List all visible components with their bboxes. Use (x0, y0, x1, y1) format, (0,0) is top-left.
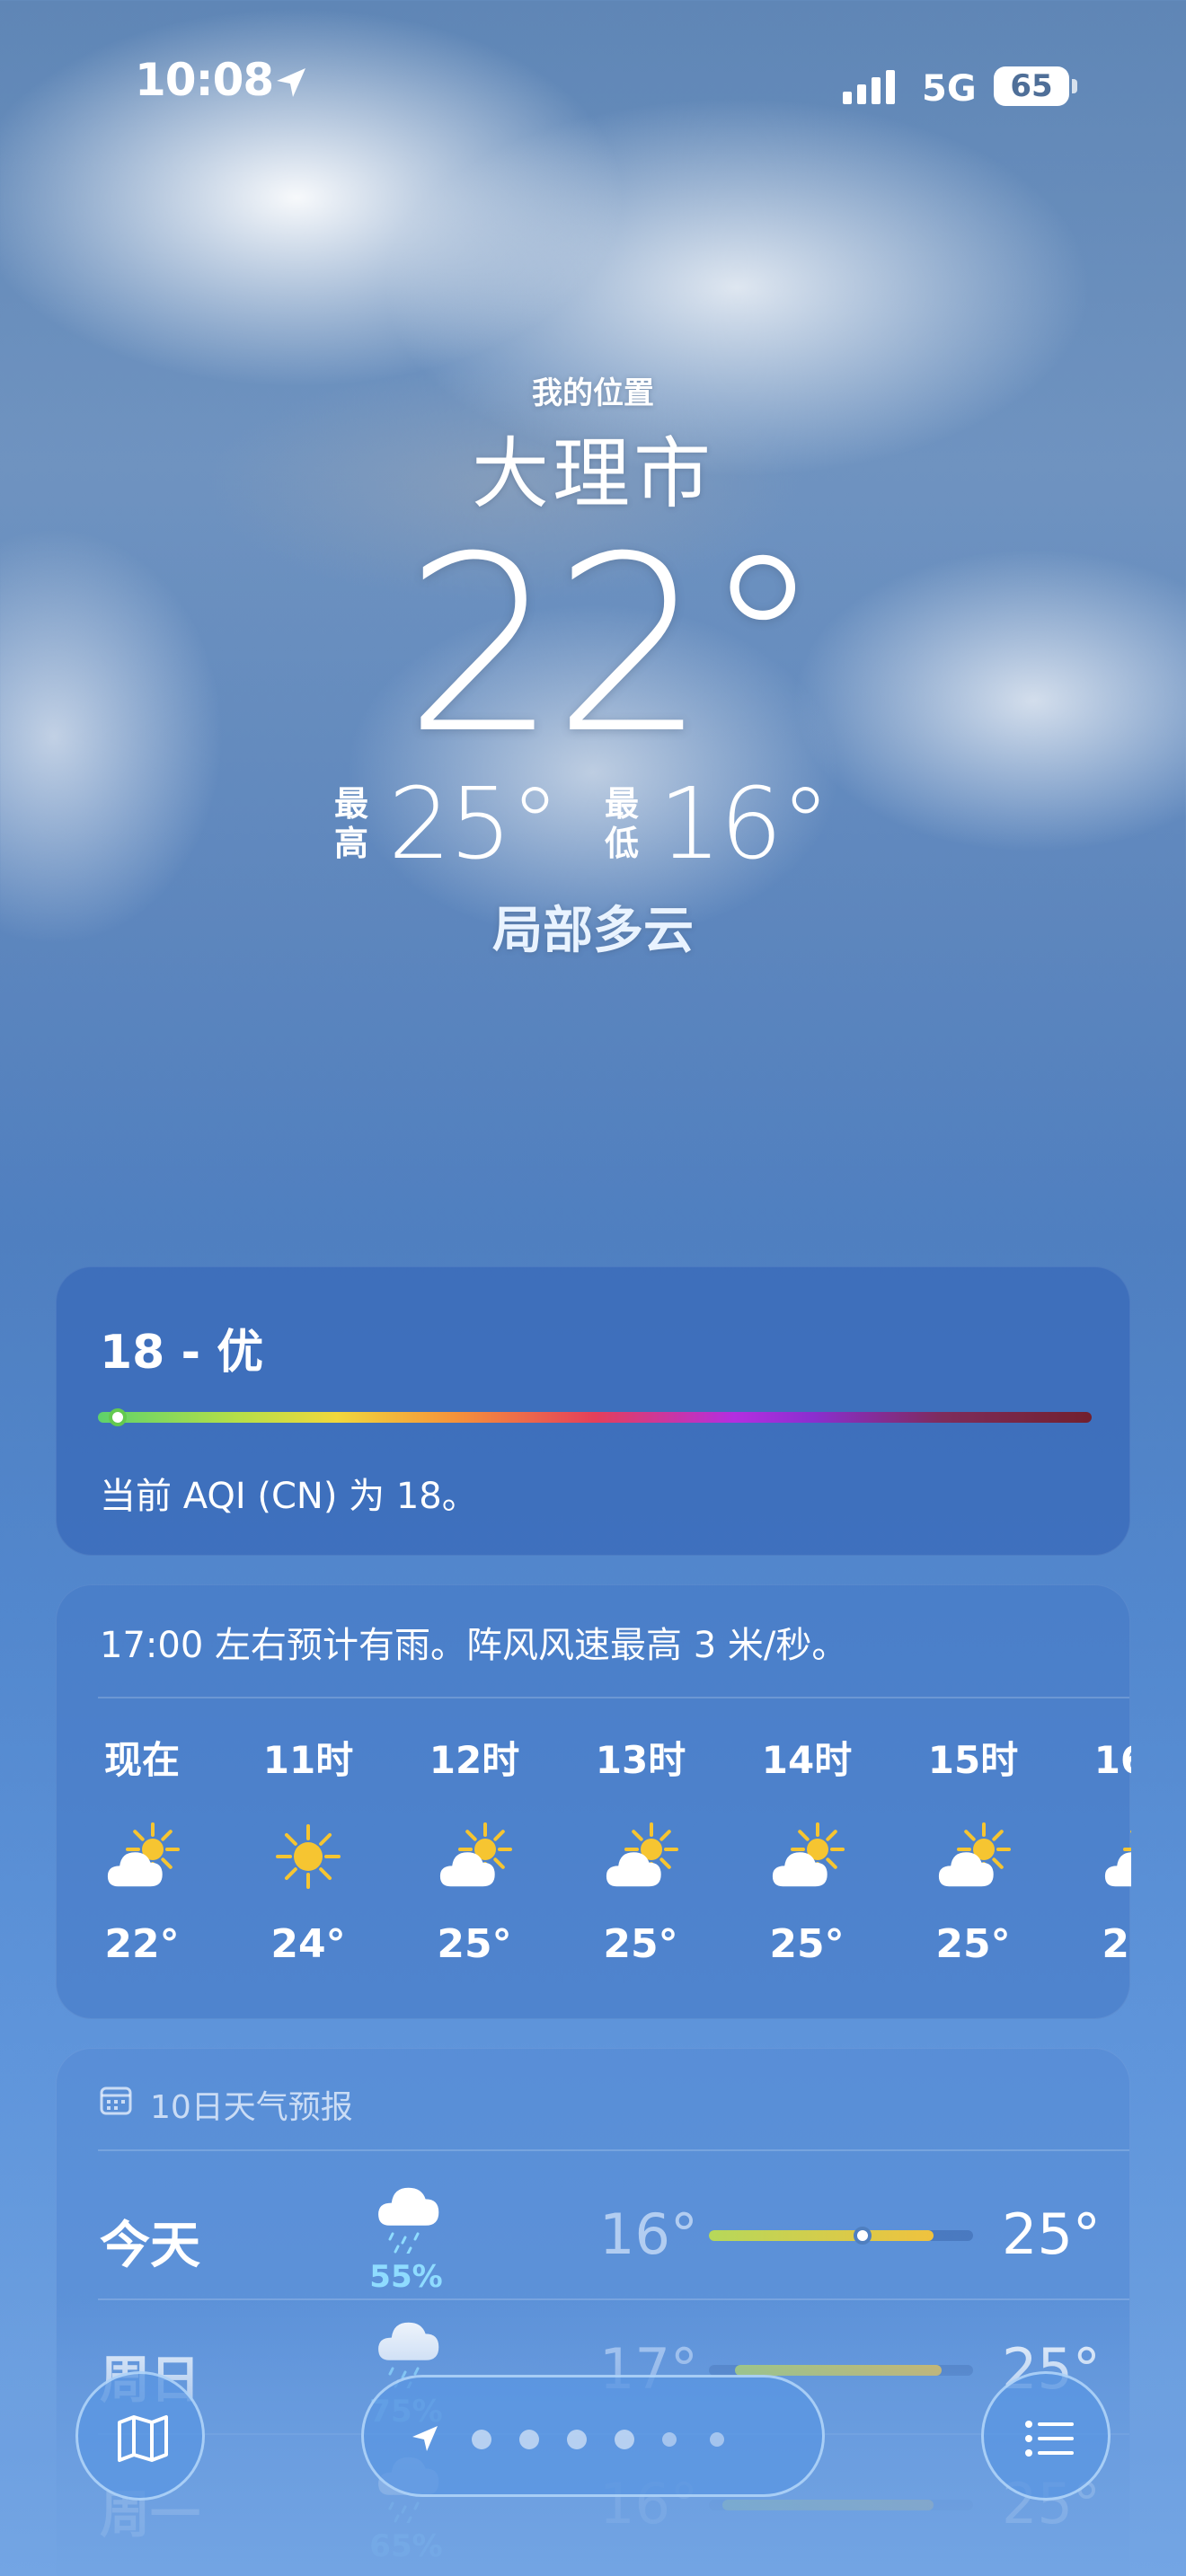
high-temperature: 25° (388, 766, 560, 881)
aqi-scale-bar (98, 1412, 1092, 1423)
hour-temperature: 25° (603, 1921, 678, 1967)
divider (98, 1697, 1129, 1698)
partly-cloudy-icon (597, 1819, 684, 1894)
hourly-item: 13时 25° (582, 1733, 699, 1967)
hour-temperature: 25° (1102, 1921, 1131, 1967)
aqi-value: 18 - 优 (100, 1326, 264, 1380)
hour-temperature: 25° (769, 1921, 845, 1967)
map-button[interactable] (75, 2371, 205, 2501)
hourly-item: 11时 24° (250, 1733, 367, 1967)
hourly-summary: 17:00 左右预计有雨。阵风风速最高 3 米/秒。 (100, 1625, 848, 1666)
locations-list-button[interactable] (981, 2371, 1111, 2501)
page-dot[interactable] (567, 2430, 587, 2449)
temperature-range-bar (709, 2227, 973, 2245)
aqi-description: 当前 AQI (CN) 为 18。 (100, 1476, 478, 1517)
current-weather: 我的位置 大理市 22° 最高 25° 最低 16° 局部多云 (0, 368, 1186, 963)
hourly-item: 现在 22° (100, 1733, 200, 1967)
temperature-range-fill (709, 2230, 934, 2241)
hour-label: 11时 (262, 1738, 354, 1782)
partly-cloudy-icon (100, 1819, 185, 1894)
hourly-scroller[interactable]: 现在 22° 11时 24° 12时 25° 13时 25° 14时 25° 15时 25° 16时 25… (100, 1733, 1131, 1993)
hourly-item: 14时 25° (748, 1733, 865, 1967)
hour-temperature: 25° (935, 1921, 1011, 1967)
cellular-signal-icon (843, 70, 895, 104)
divider (98, 2149, 1129, 2151)
hour-label: 15时 (927, 1738, 1019, 1782)
location-arrow-icon (412, 2426, 438, 2451)
weather-condition: 局部多云 (492, 902, 694, 960)
rain-cloud-icon (366, 2182, 452, 2255)
page-dot[interactable] (710, 2432, 724, 2447)
hour-label: 14时 (761, 1738, 853, 1782)
hour-label: 现在 (103, 1738, 180, 1782)
status-bar: 10:08 5G 65 (0, 0, 1186, 171)
hour-temperature: 22° (104, 1921, 180, 1967)
hour-label: 12时 (429, 1738, 520, 1782)
hourly-item: 15时 25° (915, 1733, 1031, 1967)
high-label: 最高 (334, 784, 369, 863)
my-location-label: 我的位置 (532, 375, 654, 411)
low-label: 最低 (604, 784, 639, 863)
network-type: 5G (922, 68, 977, 110)
precipitation-chance: 55% (369, 2259, 443, 2295)
hourly-forecast-card[interactable]: 17:00 左右预计有雨。阵风风速最高 3 米/秒。 现在 22° 11时 24° 12… (56, 1584, 1131, 2019)
partly-cloudy-icon (764, 1819, 850, 1894)
page-dot[interactable] (472, 2430, 491, 2449)
hour-temperature: 24° (270, 1921, 346, 1967)
page-dot[interactable] (519, 2430, 539, 2449)
sun-icon (265, 1819, 351, 1894)
hourly-item: 16时 25° (1081, 1733, 1131, 1967)
air-quality-card[interactable]: 18 - 优 当前 AQI (CN) 为 18。 (56, 1266, 1130, 1556)
location-arrow-icon (277, 68, 305, 97)
list-icon (1025, 2421, 1074, 2457)
day-name: 今天 (100, 2217, 200, 2275)
partly-cloudy-icon (930, 1819, 1016, 1894)
page-dot[interactable] (662, 2432, 677, 2447)
hour-label: 13时 (595, 1738, 686, 1782)
battery-icon: 65 (994, 66, 1069, 106)
calendar-icon (100, 2086, 132, 2115)
current-temp-marker (853, 2227, 872, 2245)
partly-cloudy-icon (431, 1819, 518, 1894)
page-dot[interactable] (615, 2430, 634, 2449)
hour-label: 16时 (1093, 1738, 1131, 1782)
aqi-indicator (109, 1408, 128, 1426)
current-temperature: 22° (403, 504, 824, 787)
ten-day-title: 10日天气预报 (150, 2089, 353, 2126)
location-pager[interactable] (361, 2375, 825, 2497)
day-high: 25° (1002, 2201, 1101, 2267)
low-temperature: 16° (659, 766, 830, 881)
hourly-item: 12时 25° (416, 1733, 533, 1967)
day-low: 16° (599, 2201, 698, 2267)
battery-tip (1072, 79, 1077, 93)
hour-temperature: 25° (437, 1921, 512, 1967)
daily-row[interactable]: 今天 55% 16° 25° (57, 2166, 1131, 2300)
map-icon (118, 2415, 168, 2462)
partly-cloudy-icon (1096, 1819, 1131, 1894)
status-time: 10:08 (135, 54, 274, 106)
